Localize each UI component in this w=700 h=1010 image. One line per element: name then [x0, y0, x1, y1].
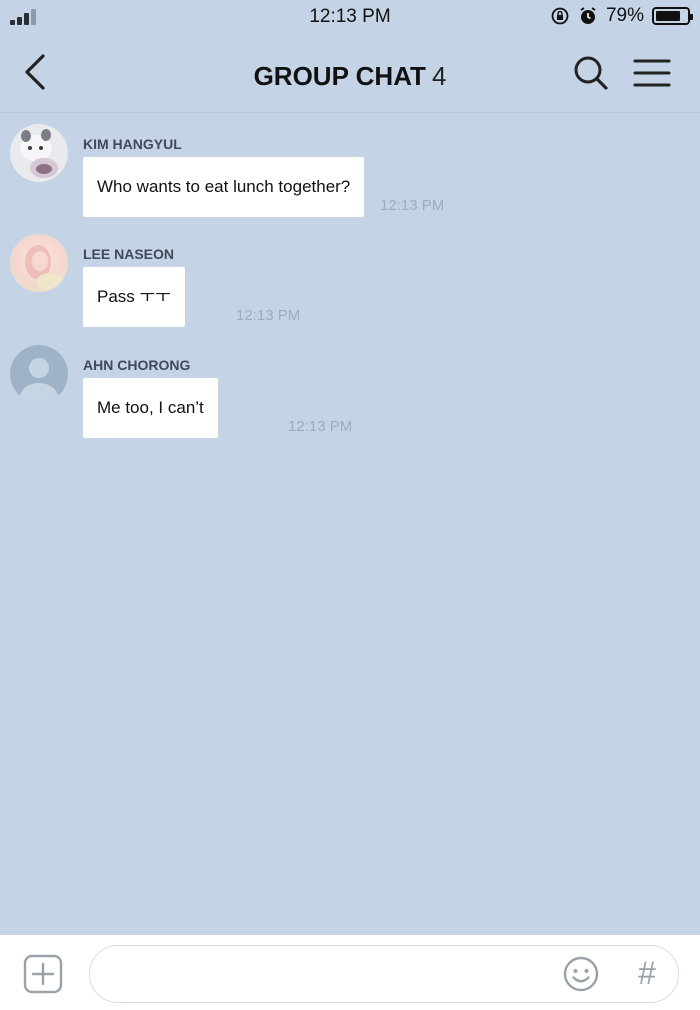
add-attachment-button[interactable]	[22, 953, 64, 995]
search-button[interactable]	[572, 54, 610, 92]
hamburger-menu-icon	[633, 59, 671, 87]
rotation-lock-icon	[551, 7, 569, 25]
message-time: 12:13 PM	[288, 418, 353, 435]
message-time: 12:13 PM	[380, 197, 445, 214]
status-indicators: 79%	[550, 5, 693, 27]
search-icon	[574, 56, 608, 90]
message-bubble[interactable]: Who wants to eat lunch together?	[83, 157, 365, 217]
message-bubble[interactable]: Me too, I can’t	[83, 378, 218, 438]
message-list[interactable]: KIM HANGYUL Who wants to eat lunch toget…	[0, 113, 700, 933]
sender-name: LEE NASEON	[83, 246, 175, 262]
emoji-button[interactable]	[562, 955, 600, 993]
avatar[interactable]	[10, 345, 68, 403]
message-composer: #	[0, 935, 700, 1010]
message-bubble[interactable]: Pass ㅜㅜ	[83, 267, 185, 327]
sender-name: AHN CHORONG	[83, 357, 191, 373]
group-name: GROUP CHAT	[253, 61, 426, 91]
message-time: 12:13 PM	[236, 307, 301, 324]
chat-header: GROUP CHAT 4	[0, 36, 700, 113]
status-bar: 12:13 PM 79%	[0, 0, 700, 36]
smiley-icon	[563, 956, 599, 992]
alarm-icon	[580, 7, 596, 24]
default-avatar-icon	[10, 345, 68, 403]
battery-percent: 79%	[605, 5, 644, 26]
battery-icon	[652, 7, 693, 25]
sender-name: KIM HANGYUL	[83, 136, 182, 152]
plus-square-icon	[23, 954, 63, 994]
hashtag-button[interactable]: #	[630, 951, 664, 995]
avatar[interactable]	[10, 124, 68, 182]
member-count: 4	[431, 61, 447, 91]
profile-photo-icon	[10, 124, 68, 182]
battery-level-fill	[656, 11, 680, 21]
profile-photo-icon	[10, 234, 68, 292]
avatar[interactable]	[10, 234, 68, 292]
menu-button[interactable]	[632, 54, 672, 92]
